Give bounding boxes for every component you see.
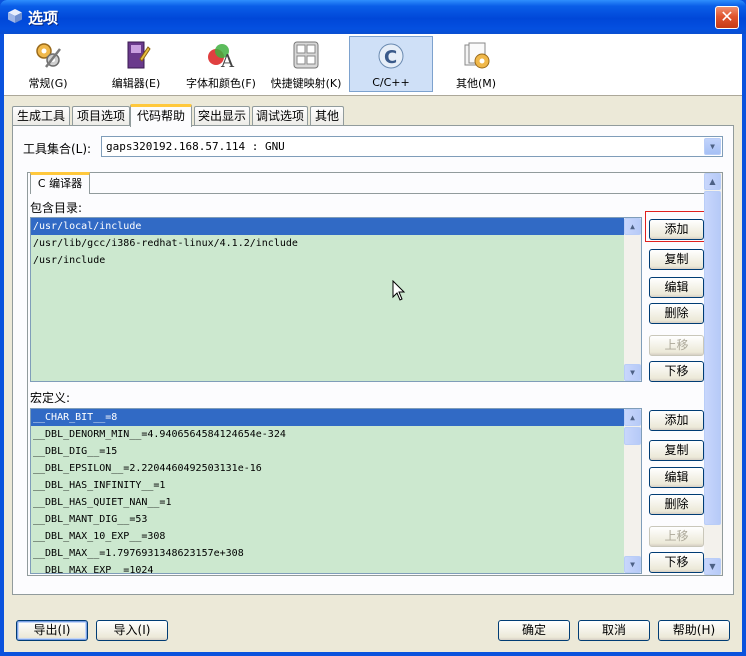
include-scrollbar[interactable]: ▲ ▼ bbox=[624, 218, 641, 381]
scroll-thumb[interactable] bbox=[624, 427, 641, 445]
scroll-down-icon[interactable]: ▼ bbox=[624, 364, 641, 381]
category-misc[interactable]: 其他(M) bbox=[436, 36, 516, 92]
list-item[interactable]: __DBL_HAS_QUIET_NAN__=1 bbox=[31, 494, 641, 511]
dialog-client: 常规(G) 编辑器(E) A 字体和颜色(F) 快捷键映射(K) C C/C++… bbox=[4, 34, 742, 652]
mouse-cursor-icon bbox=[392, 280, 406, 301]
macro-edit-button[interactable]: 编辑 bbox=[649, 467, 704, 488]
options-window: 选项 ✕ 常规(G) 编辑器(E) A 字体和颜色(F) 快捷键映射(K) C … bbox=[0, 0, 746, 656]
category-label: 快捷键映射(K) bbox=[270, 77, 342, 90]
list-item[interactable]: __DBL_MAX_EXP__=1024 bbox=[31, 562, 641, 573]
close-button[interactable]: ✕ bbox=[715, 6, 739, 29]
category-fonts-colors[interactable]: A 字体和颜色(F) bbox=[180, 36, 262, 92]
svg-text:A: A bbox=[220, 51, 235, 71]
misc-icon bbox=[464, 42, 490, 69]
category-label: C/C++ bbox=[372, 76, 410, 89]
macro-move-down-button[interactable]: 下移 bbox=[649, 552, 704, 573]
category-general[interactable]: 常规(G) bbox=[8, 36, 88, 92]
include-copy-button[interactable]: 复制 bbox=[649, 249, 704, 270]
toolset-label: 工具集合(L): bbox=[23, 142, 92, 156]
include-dirs-label: 包含目录: bbox=[30, 201, 83, 215]
category-editor[interactable]: 编辑器(E) bbox=[96, 36, 176, 92]
chevron-down-icon[interactable]: ▼ bbox=[704, 138, 721, 155]
list-item[interactable]: __DBL_MAX_10_EXP__=308 bbox=[31, 528, 641, 545]
scroll-down-icon[interactable]: ▼ bbox=[624, 556, 641, 573]
tab-c-compiler[interactable]: C 编译器 bbox=[30, 172, 90, 194]
tab-project-options[interactable]: 项目选项 bbox=[72, 106, 130, 126]
macro-add-button[interactable]: 添加 bbox=[649, 410, 704, 431]
macros-label: 宏定义: bbox=[30, 391, 71, 405]
list-item[interactable]: /usr/include bbox=[31, 252, 641, 269]
app-cube-icon bbox=[8, 9, 22, 23]
cancel-button[interactable]: 取消 bbox=[578, 620, 650, 641]
font-color-icon: A bbox=[208, 44, 235, 71]
export-button[interactable]: 导出(I) bbox=[16, 620, 88, 641]
list-item[interactable]: __DBL_HAS_INFINITY__=1 bbox=[31, 477, 641, 494]
title-bar[interactable]: 选项 ✕ bbox=[0, 0, 746, 34]
keyboard-icon bbox=[293, 41, 319, 69]
window-title: 选项 bbox=[28, 9, 59, 27]
import-button[interactable]: 导入(I) bbox=[96, 620, 168, 641]
code-assistance-panel: 工具集合(L): gaps320192.168.57.114 : GNU ▼ C… bbox=[12, 125, 734, 595]
scroll-thumb[interactable] bbox=[704, 191, 721, 525]
scroll-up-icon[interactable]: ▲ bbox=[704, 173, 721, 190]
category-label: 编辑器(E) bbox=[111, 77, 161, 90]
list-item[interactable]: __DBL_MANT_DIG__=53 bbox=[31, 511, 641, 528]
scroll-up-icon[interactable]: ▲ bbox=[624, 218, 641, 235]
list-item[interactable]: __DBL_DENORM_MIN__=4.9406564584124654e-3… bbox=[31, 426, 641, 443]
list-item[interactable]: __CHAR_BIT__=8 bbox=[31, 409, 641, 426]
category-bar: 常规(G) 编辑器(E) A 字体和颜色(F) 快捷键映射(K) C C/C++… bbox=[4, 34, 742, 96]
macros-scrollbar[interactable]: ▲ ▼ bbox=[624, 409, 641, 573]
toolset-combo[interactable]: gaps320192.168.57.114 : GNU ▼ bbox=[101, 136, 723, 157]
list-item[interactable]: /usr/lib/gcc/i386-redhat-linux/4.1.2/inc… bbox=[31, 235, 641, 252]
tab-code-assistance[interactable]: 代码帮助 bbox=[130, 104, 192, 127]
editor-book-icon bbox=[127, 41, 151, 69]
include-dirs-list[interactable]: /usr/local/include /usr/lib/gcc/i386-red… bbox=[30, 217, 642, 382]
scroll-up-icon[interactable]: ▲ bbox=[624, 409, 641, 426]
scroll-down-icon[interactable]: ▼ bbox=[704, 558, 721, 575]
include-move-up-button[interactable]: 上移 bbox=[649, 335, 704, 356]
include-delete-button[interactable]: 删除 bbox=[649, 303, 704, 324]
category-label: 其他(M) bbox=[455, 77, 497, 90]
tab-build-tools[interactable]: 生成工具 bbox=[12, 106, 70, 126]
highlight-box bbox=[645, 211, 711, 242]
macro-copy-button[interactable]: 复制 bbox=[649, 440, 704, 461]
list-item[interactable]: /usr/local/include bbox=[31, 218, 641, 235]
ok-button[interactable]: 确定 bbox=[498, 620, 570, 641]
svg-text:C: C bbox=[384, 47, 397, 68]
list-item[interactable]: __DBL_DIG__=15 bbox=[31, 443, 641, 460]
category-keymap[interactable]: 快捷键映射(K) bbox=[264, 36, 348, 92]
toolset-value: gaps320192.168.57.114 : GNU bbox=[106, 140, 285, 153]
category-c-cpp[interactable]: C C/C++ bbox=[349, 36, 433, 92]
divider bbox=[90, 193, 704, 194]
tab-other[interactable]: 其他 bbox=[310, 106, 344, 126]
category-label: 字体和颜色(F) bbox=[186, 77, 256, 90]
list-item[interactable]: __DBL_EPSILON__=2.2204460492503131e-16 bbox=[31, 460, 641, 477]
macro-delete-button[interactable]: 删除 bbox=[649, 494, 704, 515]
panel-scrollbar[interactable]: ▲ ▼ bbox=[704, 173, 722, 575]
list-item[interactable]: __DBL_MAX__=1.7976931348623157e+308 bbox=[31, 545, 641, 562]
include-move-down-button[interactable]: 下移 bbox=[649, 361, 704, 382]
include-edit-button[interactable]: 编辑 bbox=[649, 277, 704, 298]
macro-move-up-button[interactable]: 上移 bbox=[649, 526, 704, 547]
close-icon: ✕ bbox=[720, 7, 734, 26]
tab-highlighting[interactable]: 突出显示 bbox=[194, 106, 250, 126]
category-label: 常规(G) bbox=[28, 77, 68, 90]
c-cpp-icon: C bbox=[378, 43, 404, 69]
macros-list[interactable]: __CHAR_BIT__=8 __DBL_DENORM_MIN__=4.9406… bbox=[30, 408, 642, 574]
tab-debug-options[interactable]: 调试选项 bbox=[252, 106, 308, 126]
gears-icon bbox=[36, 43, 61, 68]
compiler-section: C 编译器 包含目录: /usr/local/include /usr/lib/… bbox=[27, 172, 723, 576]
help-button[interactable]: 帮助(H) bbox=[658, 620, 730, 641]
